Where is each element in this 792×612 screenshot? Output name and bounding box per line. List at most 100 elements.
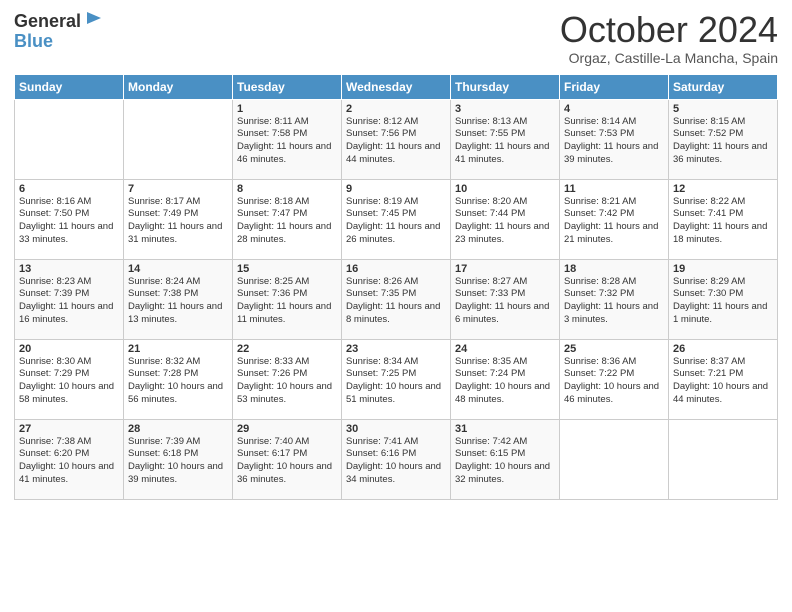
day-number: 7	[128, 183, 228, 195]
day-number: 22	[237, 343, 337, 355]
table-row: 23Sunrise: 8:34 AM Sunset: 7:25 PM Dayli…	[342, 339, 451, 419]
day-info: Sunrise: 8:28 AM Sunset: 7:32 PM Dayligh…	[564, 276, 664, 327]
day-info: Sunrise: 8:35 AM Sunset: 7:24 PM Dayligh…	[455, 356, 555, 407]
day-info: Sunrise: 7:40 AM Sunset: 6:17 PM Dayligh…	[237, 436, 337, 487]
day-info: Sunrise: 8:36 AM Sunset: 7:22 PM Dayligh…	[564, 356, 664, 407]
calendar-body: 1Sunrise: 8:11 AM Sunset: 7:58 PM Daylig…	[15, 99, 778, 499]
table-row: 10Sunrise: 8:20 AM Sunset: 7:44 PM Dayli…	[451, 179, 560, 259]
day-number: 9	[346, 183, 446, 195]
day-number: 12	[673, 183, 773, 195]
table-row: 20Sunrise: 8:30 AM Sunset: 7:29 PM Dayli…	[15, 339, 124, 419]
day-info: Sunrise: 7:39 AM Sunset: 6:18 PM Dayligh…	[128, 436, 228, 487]
day-info: Sunrise: 8:16 AM Sunset: 7:50 PM Dayligh…	[19, 196, 119, 247]
day-number: 15	[237, 263, 337, 275]
table-row: 30Sunrise: 7:41 AM Sunset: 6:16 PM Dayli…	[342, 419, 451, 499]
day-number: 1	[237, 103, 337, 115]
day-info: Sunrise: 8:19 AM Sunset: 7:45 PM Dayligh…	[346, 196, 446, 247]
table-row: 27Sunrise: 7:38 AM Sunset: 6:20 PM Dayli…	[15, 419, 124, 499]
table-row: 21Sunrise: 8:32 AM Sunset: 7:28 PM Dayli…	[124, 339, 233, 419]
table-row: 3Sunrise: 8:13 AM Sunset: 7:55 PM Daylig…	[451, 99, 560, 179]
table-row: 15Sunrise: 8:25 AM Sunset: 7:36 PM Dayli…	[233, 259, 342, 339]
day-number: 31	[455, 423, 555, 435]
table-row: 16Sunrise: 8:26 AM Sunset: 7:35 PM Dayli…	[342, 259, 451, 339]
day-number: 16	[346, 263, 446, 275]
title-block: October 2024 Orgaz, Castille-La Mancha, …	[560, 10, 778, 66]
calendar-table: Sunday Monday Tuesday Wednesday Thursday…	[14, 74, 778, 500]
header-tuesday: Tuesday	[233, 74, 342, 99]
day-info: Sunrise: 8:18 AM Sunset: 7:47 PM Dayligh…	[237, 196, 337, 247]
table-row: 18Sunrise: 8:28 AM Sunset: 7:32 PM Dayli…	[560, 259, 669, 339]
day-info: Sunrise: 8:12 AM Sunset: 7:56 PM Dayligh…	[346, 116, 446, 167]
day-number: 3	[455, 103, 555, 115]
header-thursday: Thursday	[451, 74, 560, 99]
logo-blue: Blue	[14, 32, 53, 50]
day-info: Sunrise: 8:24 AM Sunset: 7:38 PM Dayligh…	[128, 276, 228, 327]
day-info: Sunrise: 8:20 AM Sunset: 7:44 PM Dayligh…	[455, 196, 555, 247]
calendar-header: Sunday Monday Tuesday Wednesday Thursday…	[15, 74, 778, 99]
day-info: Sunrise: 8:30 AM Sunset: 7:29 PM Dayligh…	[19, 356, 119, 407]
header-wednesday: Wednesday	[342, 74, 451, 99]
calendar-page: General Blue October 2024 Orgaz, Castill…	[0, 0, 792, 612]
day-info: Sunrise: 7:41 AM Sunset: 6:16 PM Dayligh…	[346, 436, 446, 487]
day-info: Sunrise: 8:32 AM Sunset: 7:28 PM Dayligh…	[128, 356, 228, 407]
calendar-title: October 2024	[560, 10, 778, 50]
table-row	[124, 99, 233, 179]
day-info: Sunrise: 8:37 AM Sunset: 7:21 PM Dayligh…	[673, 356, 773, 407]
table-row: 22Sunrise: 8:33 AM Sunset: 7:26 PM Dayli…	[233, 339, 342, 419]
day-info: Sunrise: 8:34 AM Sunset: 7:25 PM Dayligh…	[346, 356, 446, 407]
day-info: Sunrise: 7:42 AM Sunset: 6:15 PM Dayligh…	[455, 436, 555, 487]
table-row	[15, 99, 124, 179]
table-row: 5Sunrise: 8:15 AM Sunset: 7:52 PM Daylig…	[669, 99, 778, 179]
day-info: Sunrise: 8:21 AM Sunset: 7:42 PM Dayligh…	[564, 196, 664, 247]
day-number: 11	[564, 183, 664, 195]
day-info: Sunrise: 8:27 AM Sunset: 7:33 PM Dayligh…	[455, 276, 555, 327]
calendar-subtitle: Orgaz, Castille-La Mancha, Spain	[560, 50, 778, 66]
header-sunday: Sunday	[15, 74, 124, 99]
header: General Blue October 2024 Orgaz, Castill…	[14, 10, 778, 66]
day-number: 29	[237, 423, 337, 435]
table-row	[560, 419, 669, 499]
table-row: 8Sunrise: 8:18 AM Sunset: 7:47 PM Daylig…	[233, 179, 342, 259]
table-row: 29Sunrise: 7:40 AM Sunset: 6:17 PM Dayli…	[233, 419, 342, 499]
table-row: 11Sunrise: 8:21 AM Sunset: 7:42 PM Dayli…	[560, 179, 669, 259]
day-number: 17	[455, 263, 555, 275]
table-row: 28Sunrise: 7:39 AM Sunset: 6:18 PM Dayli…	[124, 419, 233, 499]
header-row: Sunday Monday Tuesday Wednesday Thursday…	[15, 74, 778, 99]
day-number: 10	[455, 183, 555, 195]
table-row: 19Sunrise: 8:29 AM Sunset: 7:30 PM Dayli…	[669, 259, 778, 339]
day-number: 19	[673, 263, 773, 275]
header-friday: Friday	[560, 74, 669, 99]
day-number: 23	[346, 343, 446, 355]
day-number: 26	[673, 343, 773, 355]
day-number: 24	[455, 343, 555, 355]
table-row: 24Sunrise: 8:35 AM Sunset: 7:24 PM Dayli…	[451, 339, 560, 419]
table-row: 2Sunrise: 8:12 AM Sunset: 7:56 PM Daylig…	[342, 99, 451, 179]
table-row: 14Sunrise: 8:24 AM Sunset: 7:38 PM Dayli…	[124, 259, 233, 339]
day-number: 18	[564, 263, 664, 275]
table-row: 17Sunrise: 8:27 AM Sunset: 7:33 PM Dayli…	[451, 259, 560, 339]
day-info: Sunrise: 8:13 AM Sunset: 7:55 PM Dayligh…	[455, 116, 555, 167]
day-number: 30	[346, 423, 446, 435]
day-number: 20	[19, 343, 119, 355]
day-number: 27	[19, 423, 119, 435]
day-number: 25	[564, 343, 664, 355]
day-info: Sunrise: 8:14 AM Sunset: 7:53 PM Dayligh…	[564, 116, 664, 167]
day-number: 21	[128, 343, 228, 355]
day-info: Sunrise: 8:29 AM Sunset: 7:30 PM Dayligh…	[673, 276, 773, 327]
table-row: 26Sunrise: 8:37 AM Sunset: 7:21 PM Dayli…	[669, 339, 778, 419]
day-number: 28	[128, 423, 228, 435]
day-info: Sunrise: 7:38 AM Sunset: 6:20 PM Dayligh…	[19, 436, 119, 487]
day-number: 4	[564, 103, 664, 115]
day-number: 6	[19, 183, 119, 195]
day-info: Sunrise: 8:17 AM Sunset: 7:49 PM Dayligh…	[128, 196, 228, 247]
day-number: 2	[346, 103, 446, 115]
day-info: Sunrise: 8:33 AM Sunset: 7:26 PM Dayligh…	[237, 356, 337, 407]
day-info: Sunrise: 8:15 AM Sunset: 7:52 PM Dayligh…	[673, 116, 773, 167]
day-number: 14	[128, 263, 228, 275]
day-info: Sunrise: 8:22 AM Sunset: 7:41 PM Dayligh…	[673, 196, 773, 247]
table-row: 13Sunrise: 8:23 AM Sunset: 7:39 PM Dayli…	[15, 259, 124, 339]
logo-flag-icon	[83, 10, 105, 32]
day-number: 5	[673, 103, 773, 115]
table-row: 7Sunrise: 8:17 AM Sunset: 7:49 PM Daylig…	[124, 179, 233, 259]
day-info: Sunrise: 8:26 AM Sunset: 7:35 PM Dayligh…	[346, 276, 446, 327]
